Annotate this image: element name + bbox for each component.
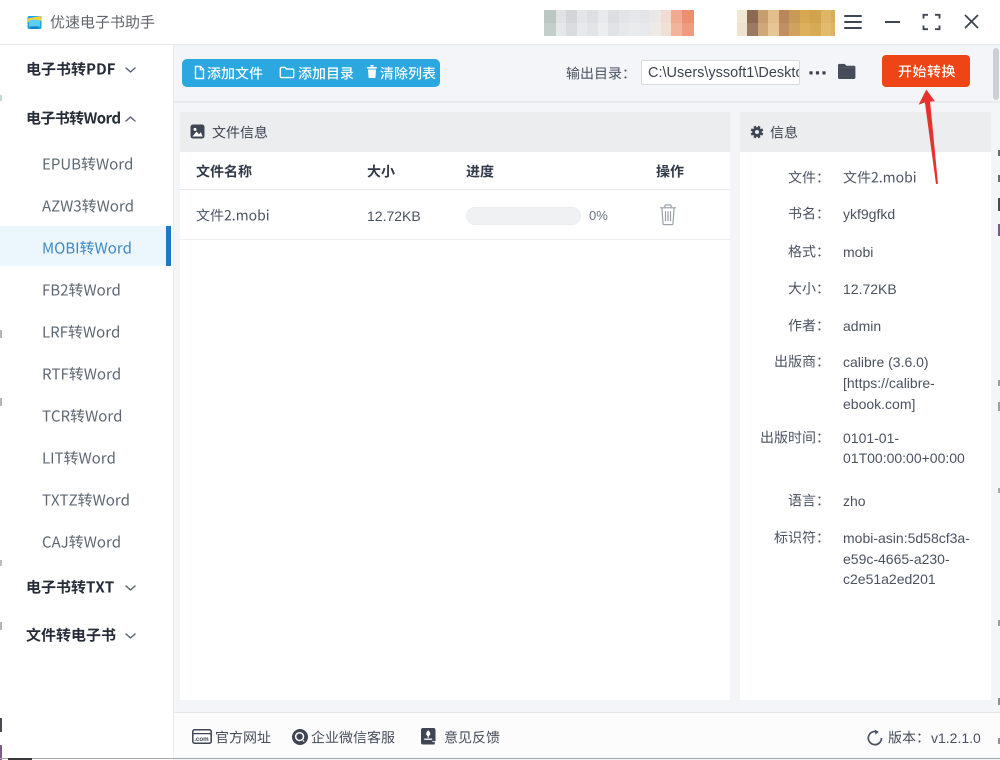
svg-text:.com: .com: [194, 736, 209, 743]
